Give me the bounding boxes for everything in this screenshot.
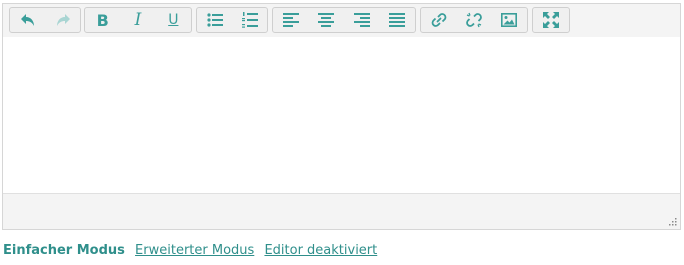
italic-icon: I [134, 10, 142, 30]
editor-content-area[interactable] [3, 37, 680, 194]
link-button[interactable] [421, 8, 456, 32]
align-left-button[interactable] [273, 8, 309, 32]
unlink-button[interactable] [456, 8, 491, 32]
format-group: B I U [84, 7, 192, 33]
resize-handle-icon[interactable] [669, 218, 677, 226]
fullscreen-button[interactable] [533, 8, 569, 32]
align-right-button[interactable] [344, 8, 380, 32]
unlink-icon [466, 12, 482, 28]
underline-button[interactable]: U [156, 8, 191, 32]
numbered-list-button[interactable] [232, 8, 267, 32]
undo-button[interactable] [10, 8, 45, 32]
link-icon [431, 13, 447, 27]
bullet-list-button[interactable] [197, 8, 232, 32]
bold-icon: B [96, 10, 109, 30]
editor-toolbar: B I U [3, 4, 680, 38]
bullet-list-icon [206, 13, 223, 27]
advanced-mode-link[interactable]: Erweiterter Modus [135, 243, 254, 258]
image-button[interactable] [492, 8, 527, 32]
insert-group [420, 7, 528, 33]
numbered-list-icon [241, 12, 258, 28]
editor-mode-switch: Einfacher Modus Erweiterter Modus Editor… [3, 243, 383, 258]
align-center-icon [318, 13, 335, 27]
history-group [9, 7, 81, 33]
simple-mode-label: Einfacher Modus [3, 243, 125, 258]
view-group [532, 7, 570, 33]
italic-button[interactable]: I [120, 8, 155, 32]
rich-text-editor: B I U [2, 3, 681, 230]
editor-statusbar [3, 193, 680, 229]
fullscreen-icon [543, 12, 559, 28]
redo-button[interactable] [45, 8, 80, 32]
align-right-icon [353, 13, 370, 27]
image-icon [501, 13, 518, 27]
list-group [196, 7, 268, 33]
align-group [272, 7, 416, 33]
align-center-button[interactable] [309, 8, 345, 32]
redo-icon [56, 14, 70, 26]
align-justify-button[interactable] [380, 8, 416, 32]
align-justify-icon [389, 13, 406, 27]
editor-disabled-link[interactable]: Editor deaktiviert [264, 243, 377, 258]
underline-icon: U [168, 12, 179, 28]
undo-icon [20, 14, 34, 26]
align-left-icon [282, 13, 299, 27]
bold-button[interactable]: B [85, 8, 120, 32]
